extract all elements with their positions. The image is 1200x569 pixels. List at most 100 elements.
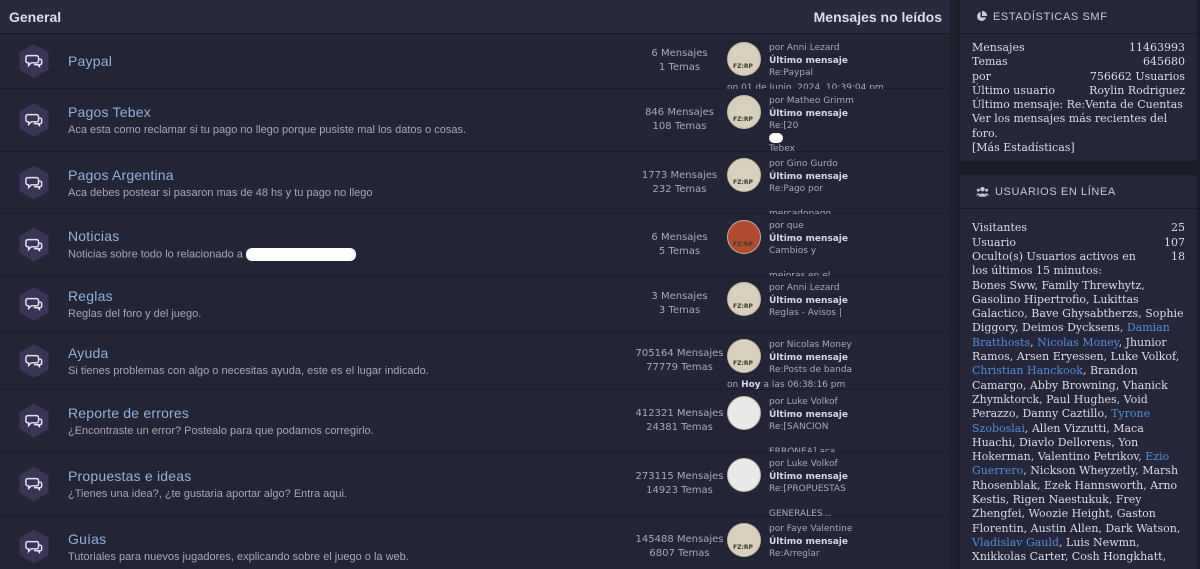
board-row[interactable]: Ayuda Si tienes problemas con algo o nece…	[0, 333, 952, 390]
chat-bubbles-icon	[25, 297, 43, 312]
board-info: Noticias Noticias sobre todo lo relaciona…	[68, 228, 588, 261]
board-row[interactable]: Reglas Reglas del foro y del juego. 3 Mens…	[0, 276, 952, 358]
online-user-link[interactable]: Christian Hanckook	[972, 364, 1083, 377]
board-name-link[interactable]: Paypal	[68, 53, 588, 69]
board-name-link[interactable]: Propuestas e ideas	[68, 468, 588, 484]
avatar[interactable]	[727, 95, 761, 129]
last-post-author[interactable]: por Anni Lezard	[769, 42, 884, 55]
stats-latest-post: Último mensaje: Re:Venta de Cuentas	[972, 98, 1183, 112]
last-post-subject[interactable]: Último mensaje Re:Posts de banda	[769, 352, 852, 377]
board-name-link[interactable]: Pagos Argentina	[68, 167, 588, 183]
board-description: Aca esta como reclamar si tu pago no lle…	[68, 124, 467, 136]
more-stats-link[interactable]: [Más Estadísticas]	[972, 141, 1185, 155]
last-post-author[interactable]: por Faye Valentine	[769, 523, 852, 536]
board-index: General Mensajes no leídos Paypal 6 Mensa…	[0, 0, 952, 569]
last-post-author[interactable]: por Anni Lezard	[769, 282, 889, 295]
board-icon-wrap	[0, 529, 68, 564]
last-post-subject[interactable]: Último mensaje Re:Paypal	[769, 55, 884, 80]
last-post-author[interactable]: por Gino Gurdo	[769, 158, 848, 171]
scrollbar[interactable]	[950, 0, 958, 569]
board-info: Ayuda Si tienes problemas con algo o nece…	[68, 345, 588, 377]
stats-panel-header: ESTADÍSTICAS SMF	[960, 0, 1197, 34]
chat-bubbles-icon	[25, 540, 43, 554]
board-row[interactable]: Propuestas e ideas ¿Tienes una idea?, ¿te…	[0, 452, 952, 534]
board-icon	[19, 403, 49, 438]
avatar[interactable]	[727, 523, 761, 557]
recent-posts-link[interactable]: Ver los mensajes más recientes del foro.	[972, 112, 1185, 141]
online-user-link[interactable]: Vladislav Gauld	[972, 536, 1059, 549]
last-post-subject[interactable]: Último mensaje Cambios ymejoras en el ..…	[769, 233, 898, 283]
last-post-author[interactable]: por que	[769, 220, 898, 233]
board-icon	[19, 344, 49, 378]
latest-member-link[interactable]: Roylin Rodriguez	[1089, 84, 1185, 98]
board-description: Reglas del foro y del juego.	[68, 308, 202, 320]
board-list: Paypal6 Mensajes1 Temaspor Anni LezardÚl…	[0, 34, 952, 569]
users-online-panel: USUARIOS EN LÍNEA Visitantes 25 Usuario 10…	[960, 175, 1197, 569]
users-icon	[976, 187, 989, 197]
users-online-header: USUARIOS EN LÍNEA	[960, 175, 1197, 210]
board-info: Propuestas e ideas ¿Tienes una idea?, ¿te…	[68, 468, 588, 500]
board-name-link[interactable]: Ayuda	[68, 345, 588, 361]
chat-bubbles-icon	[25, 477, 43, 492]
board-info: Paypal	[68, 53, 588, 69]
unread-posts-link[interactable]: Mensajes no leídos	[814, 9, 942, 25]
board-row[interactable]: Guías Tutoriales para nuevos jugadores, e…	[0, 517, 952, 569]
board-description: ¿Tienes una idea?, ¿te gustaria aportar …	[68, 488, 348, 500]
last-post-subject[interactable]: Último mensaje Re:[PROPUESTAS GENERALES..…	[769, 471, 848, 521]
board-description: ¿Encontraste un error? Postealo para que…	[68, 424, 374, 437]
redaction-mark	[769, 132, 783, 143]
board-description: Tutoriales para nuevos jugadores, explic…	[68, 550, 409, 563]
board-description: Noticias sobre todo lo relacionado a	[68, 248, 588, 261]
last-post: por Anni LezardÚltimo mensaje Re:Paypalo…	[727, 42, 947, 94]
board-name-link[interactable]: Noticias	[68, 228, 588, 244]
board-row[interactable]: Pagos Tebex Aca esta como reclamar si tu …	[0, 89, 952, 193]
avatar[interactable]	[727, 220, 761, 254]
stats-messages: Mensajes 11463993	[972, 41, 1185, 54]
last-post-subject[interactable]: Último mensaje Re:Pago pormercadopago ..…	[769, 171, 848, 221]
board-row[interactable]: Paypal6 Mensajes1 Temaspor Anni LezardÚl…	[0, 34, 952, 93]
board-description: Aca debes postear si pasaron mas de 48 h…	[68, 186, 373, 199]
board-row[interactable]: Noticias Noticias sobre todo lo relaciona…	[0, 214, 952, 296]
board-row[interactable]: Reporte de errores ¿Encontraste un error?…	[0, 390, 952, 472]
chat-bubbles-icon	[25, 113, 43, 128]
avatar[interactable]	[727, 339, 761, 373]
avatar[interactable]	[727, 158, 761, 192]
board-info: Reporte de errores ¿Encontraste un error?…	[68, 405, 588, 437]
board-info: Pagos Tebex Aca esta como reclamar si tu …	[68, 104, 588, 136]
online-user-link[interactable]: Nicolas Money	[1037, 336, 1118, 349]
last-post-subject[interactable]: Último mensaje Re:Arreglarimágenes y v..…	[769, 536, 852, 569]
board-name-link[interactable]: Reporte de errores	[68, 405, 588, 421]
last-post: por Faye ValentineÚltimo mensaje Re:Arre…	[727, 523, 947, 569]
users-online-title: USUARIOS EN LÍNEA	[995, 185, 1116, 198]
category-header: General Mensajes no leídos	[0, 0, 952, 34]
stats-panel: ESTADÍSTICAS SMF Mensajes 11463993 Temas 6…	[960, 0, 1197, 162]
board-icon-wrap	[0, 403, 68, 438]
avatar[interactable]	[727, 458, 761, 492]
board-row[interactable]: Pagos Argentina Aca debes postear si pasa…	[0, 152, 952, 234]
stats-panel-title: ESTADÍSTICAS SMF	[993, 10, 1108, 23]
stats-latest-member: Último usuario Roylin Rodriguez	[972, 83, 1185, 98]
board-name-link[interactable]: Guías	[68, 531, 588, 547]
last-post-author[interactable]: por Matheo Grimm	[769, 95, 854, 108]
avatar[interactable]	[727, 396, 761, 430]
board-description: Si tienes problemas con algo o necesitas…	[68, 365, 429, 377]
online-user-list: Bones Sww, Family Threwhytz, Gasolino Hi…	[972, 279, 1185, 565]
pie-chart-icon	[977, 11, 987, 21]
last-post-author[interactable]: por Nicolas Money	[769, 339, 852, 352]
last-post: por Nicolas MoneyÚltimo mensaje Re:Posts…	[727, 339, 947, 391]
category-title[interactable]: General	[9, 9, 61, 25]
last-post-subject[interactable]: Último mensaje Re:[SANCIONERRONEA] aca..…	[769, 409, 848, 459]
board-name-link[interactable]: Pagos Tebex	[68, 104, 588, 120]
avatar[interactable]	[727, 282, 761, 316]
chat-bubbles-icon	[25, 354, 43, 369]
last-post-author[interactable]: por Luke Volkof	[769, 396, 848, 409]
board-icon	[19, 287, 49, 321]
last-post-author[interactable]: por Luke Volkof	[769, 458, 848, 471]
avatar[interactable]	[727, 42, 761, 76]
board-icon	[19, 165, 49, 200]
board-icon	[19, 103, 49, 137]
board-name-link[interactable]: Reglas	[68, 288, 588, 304]
board-icon	[19, 44, 49, 78]
board-info: Pagos Argentina Aca debes postear si pasa…	[68, 167, 588, 199]
latest-post-link[interactable]: Re:Venta de Cuentas	[1067, 98, 1183, 111]
